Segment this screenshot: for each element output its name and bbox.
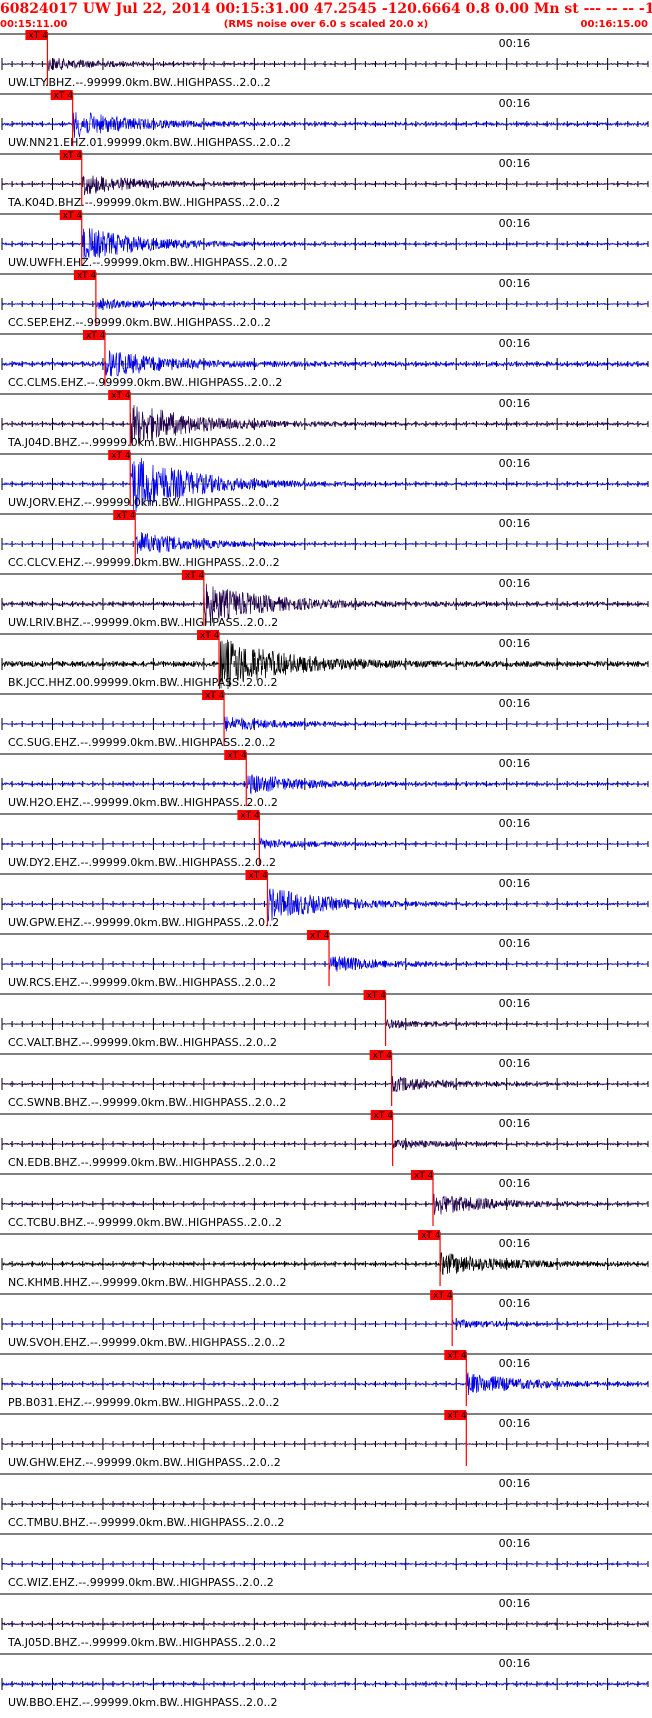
station-label: NC.KHMB.HHZ.--.99999.0km.BW..HIGHPASS..2… bbox=[8, 1276, 286, 1289]
pick-marker-label: xT 4 bbox=[227, 751, 247, 761]
pick-marker-label: xT 4 bbox=[111, 451, 131, 461]
minute-label: 00:16 bbox=[499, 397, 531, 410]
pick-marker-label: xT 4 bbox=[240, 811, 260, 821]
minute-label: 00:16 bbox=[499, 637, 531, 650]
station-label: UW.DY2.EHZ.--.99999.0km.BW..HIGHPASS..2.… bbox=[8, 856, 276, 869]
pick-marker-label: xT 4 bbox=[63, 151, 83, 161]
minute-label: 00:16 bbox=[499, 1477, 531, 1490]
pick-marker-label: xT 4 bbox=[310, 931, 330, 941]
minute-label: 00:16 bbox=[499, 337, 531, 350]
pick-marker-label: xT 4 bbox=[200, 631, 220, 641]
pick-marker-label: xT 4 bbox=[77, 271, 97, 281]
minute-label: 00:16 bbox=[499, 697, 531, 710]
minute-label: 00:16 bbox=[499, 1417, 531, 1430]
station-label: UW.GHW.EHZ.--.99999.0km.BW..HIGHPASS..2.… bbox=[8, 1456, 281, 1469]
minute-label: 00:16 bbox=[499, 1537, 531, 1550]
station-label: PB.B031.EHZ.--.99999.0km.BW..HIGHPASS..2… bbox=[8, 1396, 279, 1409]
station-label: TA.K04D.BHZ.--.99999.0km.BW..HIGHPASS..2… bbox=[7, 196, 280, 209]
pick-marker-label: xT 4 bbox=[373, 1051, 393, 1061]
waveform-trace bbox=[1, 1193, 649, 1215]
minute-label: 00:16 bbox=[499, 1177, 531, 1190]
station-label: UW.UWFH.EHZ.--.99999.0km.BW..HIGHPASS..2… bbox=[8, 256, 288, 269]
minute-label: 00:16 bbox=[499, 457, 531, 470]
station-label: CC.CLMS.EHZ.--.99999.0km.BW..HIGHPASS..2… bbox=[8, 376, 282, 389]
pick-marker-label: xT 4 bbox=[28, 31, 48, 41]
pick-marker-label: xT 4 bbox=[414, 1171, 434, 1181]
station-label: UW.LRIV.BHZ.--.99999.0km.BW..HIGHPASS..2… bbox=[8, 616, 278, 629]
pick-marker-label: xT 4 bbox=[54, 91, 74, 101]
waveform-trace bbox=[1, 350, 649, 377]
minute-label: 00:16 bbox=[499, 157, 531, 170]
station-label: UW.RCS.EHZ.--.99999.0km.BW..HIGHPASS..2.… bbox=[8, 976, 276, 989]
pick-marker-label: xT 4 bbox=[111, 391, 131, 401]
station-label: TA.J05D.BHZ.--.99999.0km.BW..HIGHPASS..2… bbox=[7, 1636, 276, 1649]
pick-marker-label: xT 4 bbox=[447, 1411, 467, 1421]
pick-marker-label: xT 4 bbox=[63, 211, 83, 221]
minute-label: 00:16 bbox=[499, 1057, 531, 1070]
waveform-trace bbox=[1, 112, 649, 138]
station-label: CC.TMBU.BHZ.--.99999.0km.BW..HIGHPASS..2… bbox=[8, 1516, 285, 1529]
minute-label: 00:16 bbox=[499, 997, 531, 1010]
station-label: UW.SVOH.EHZ.--.99999.0km.BW..HIGHPASS..2… bbox=[8, 1336, 285, 1349]
station-label: UW.H2O.EHZ.--.99999.0km.BW..HIGHPASS..2.… bbox=[8, 796, 278, 809]
station-label: CC.WIZ.EHZ.--.99999.0km.BW..HIGHPASS..2.… bbox=[8, 1576, 274, 1589]
minute-label: 00:16 bbox=[499, 1117, 531, 1130]
station-label: CC.CLCV.EHZ.--.99999.0km.BW..HIGHPASS..2… bbox=[8, 556, 280, 569]
minute-label: 00:16 bbox=[499, 517, 531, 530]
minute-label: 00:16 bbox=[499, 757, 531, 770]
station-label: CC.SWNB.BHZ.--.99999.0km.BW..HIGHPASS..2… bbox=[8, 1096, 286, 1109]
pick-marker-label: xT 4 bbox=[86, 331, 106, 341]
minute-label: 00:16 bbox=[499, 1657, 531, 1670]
pick-marker-label: xT 4 bbox=[433, 1291, 453, 1301]
station-label: TA.J04D.BHZ.--.99999.0km.BW..HIGHPASS..2… bbox=[7, 436, 276, 449]
pick-marker-label: xT 4 bbox=[447, 1351, 467, 1361]
minute-label: 00:16 bbox=[499, 877, 531, 890]
pick-marker-label: xT 4 bbox=[248, 871, 268, 881]
minute-label: 00:16 bbox=[499, 1237, 531, 1250]
minute-label: 00:16 bbox=[499, 37, 531, 50]
pick-marker-label: xT 4 bbox=[205, 691, 225, 701]
station-label: CC.SEP.EHZ.--.99999.0km.BW..HIGHPASS..2.… bbox=[8, 316, 271, 329]
waveform-trace bbox=[1, 298, 649, 310]
station-label: UW.BBO.EHZ.--.99999.0km.BW..HIGHPASS..2.… bbox=[8, 1696, 278, 1709]
minute-label: 00:16 bbox=[499, 817, 531, 830]
minute-label: 00:16 bbox=[499, 1357, 531, 1370]
station-label: UW.GPW.EHZ.--.99999.0km.BW..HIGHPASS..2.… bbox=[8, 916, 279, 929]
minute-label: 00:16 bbox=[499, 277, 531, 290]
minute-label: 00:16 bbox=[499, 1297, 531, 1310]
minute-label: 00:16 bbox=[499, 937, 531, 950]
waveform-trace bbox=[1, 716, 649, 732]
station-label: CC.VALT.BHZ.--.99999.0km.BW..HIGHPASS..2… bbox=[8, 1036, 277, 1049]
minute-label: 00:16 bbox=[499, 1597, 531, 1610]
waveform-trace bbox=[1, 1372, 649, 1396]
station-label: UW.LTY.BHZ.--.99999.0km.BW..HIGHPASS..2.… bbox=[8, 76, 271, 89]
minute-label: 00:16 bbox=[499, 577, 531, 590]
pick-marker-label: xT 4 bbox=[367, 991, 387, 1001]
minute-label: 00:16 bbox=[499, 217, 531, 230]
pick-marker-label: xT 4 bbox=[116, 511, 136, 521]
pick-marker-label: xT 4 bbox=[421, 1231, 441, 1241]
seismogram-plot: 00:16 xT 4 UW.LTY.BHZ.--.99999.0km.BW..HIG… bbox=[0, 30, 652, 1709]
station-label: CC.SUG.EHZ.--.99999.0km.BW..HIGHPASS..2.… bbox=[8, 736, 276, 749]
station-label: CN.EDB.BHZ.--.99999.0km.BW..HIGHPASS..2.… bbox=[8, 1156, 276, 1169]
station-label: UW.NN21.EHZ.01.99999.0km.BW..HIGHPASS..2… bbox=[8, 136, 291, 149]
station-label: BK.JCC.HHZ.00.99999.0km.BW..HIGHPASS..2.… bbox=[8, 676, 277, 689]
pick-marker-label: xT 4 bbox=[374, 1111, 394, 1121]
station-label: CC.TCBU.BHZ.--.99999.0km.BW..HIGHPASS..2… bbox=[8, 1216, 282, 1229]
pick-marker-label: xT 4 bbox=[185, 571, 205, 581]
minute-label: 00:16 bbox=[499, 97, 531, 110]
station-label: UW.JORV.EHZ.--.99999.0km.BW..HIGHPASS..2… bbox=[8, 496, 279, 509]
